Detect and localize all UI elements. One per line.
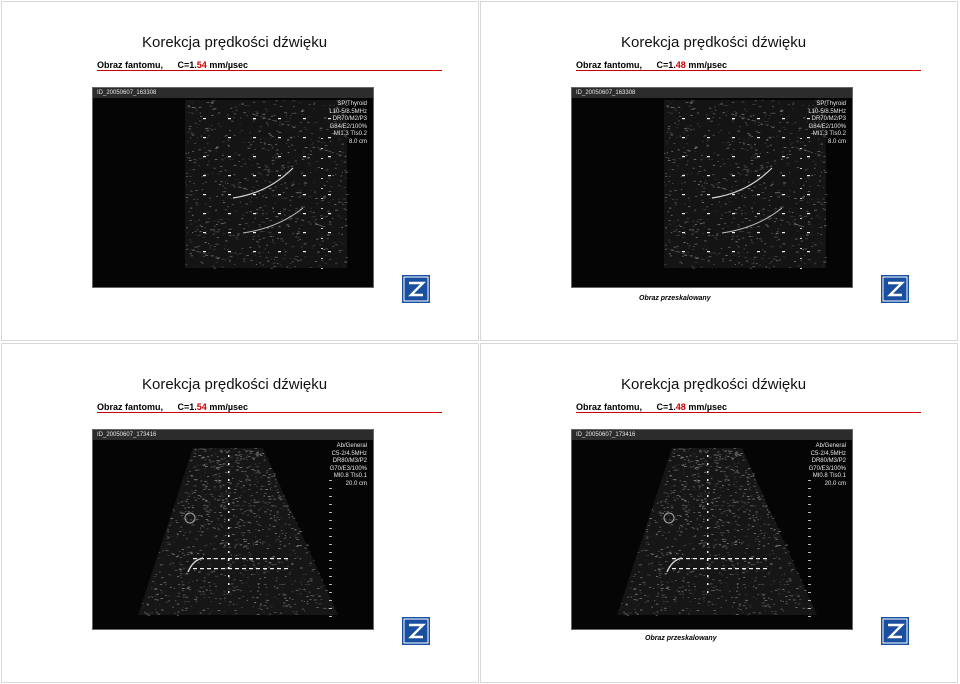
c-value: 54 <box>196 402 207 412</box>
phantom-label: Obraz fantomu, <box>576 402 643 412</box>
c-label: C=1. <box>656 402 676 412</box>
zeus-z-logo-icon <box>881 617 909 645</box>
param-line: C5-2/4.5MHz <box>810 450 846 457</box>
phantom-label: Obraz fantomu, <box>97 60 164 70</box>
ultrasound-frame: ID_20050607_163308 SP/Thyroid L10-5/8.5M… <box>92 87 374 288</box>
param-line: G70/E3/100% <box>808 465 846 472</box>
param-line: G70/E3/100% <box>329 465 367 472</box>
slide-4: Korekcja prędkości dźwięku Obraz fantomu… <box>480 343 958 683</box>
c-value: 48 <box>675 402 686 412</box>
rescaled-note: Obraz przeskalowany <box>639 295 711 302</box>
slide-title: Korekcja prędkości dźwięku <box>621 34 807 51</box>
param-line: G84/E2/100% <box>329 123 367 130</box>
slide-subtitle: Obraz fantomu, C=1.48 mm/µsec <box>576 60 727 70</box>
phantom-label: Obraz fantomu, <box>97 402 164 412</box>
phantom-label: Obraz fantomu, <box>576 60 643 70</box>
scan-id: ID_20050607_173416 <box>572 430 852 440</box>
param-line: MI1.3 TIs0.2 <box>333 131 367 138</box>
param-line: MI0.8 TIs0.1 <box>333 473 367 480</box>
slide-subtitle: Obraz fantomu, C=1.54 mm/µsec <box>97 60 248 70</box>
slide-1: Korekcja prędkości dźwięku Obraz fantomu… <box>1 1 479 341</box>
slide-title: Korekcja prędkości dźwięku <box>142 34 328 51</box>
slide-title: Korekcja prędkości dźwięku <box>142 376 328 393</box>
c-value: 54 <box>196 60 207 70</box>
unit: mm/µsec <box>206 60 249 70</box>
param-line: 8.0 cm <box>827 138 846 145</box>
rescaled-note: Obraz przeskalowany <box>645 635 717 642</box>
slide-title: Korekcja prędkości dźwięku <box>621 376 807 393</box>
param-line: 20.0 cm <box>345 480 367 487</box>
param-line: DR70/M2/P3 <box>332 116 367 123</box>
title-underline <box>576 70 921 71</box>
param-line: 8.0 cm <box>348 138 367 145</box>
title-underline <box>97 70 442 71</box>
param-line: L10-5/8.5MHz <box>329 108 367 115</box>
param-line: SP/Thyroid <box>816 101 846 107</box>
zeus-z-logo-icon <box>402 617 430 645</box>
param-line: C5-2/4.5MHz <box>331 450 367 457</box>
param-line: DR70/M2/P3 <box>811 116 846 123</box>
unit: mm/µsec <box>685 402 728 412</box>
slide-subtitle: Obraz fantomu, C=1.54 mm/µsec <box>97 402 248 412</box>
param-line: L10-5/8.5MHz <box>808 108 846 115</box>
c-label: C=1. <box>177 402 197 412</box>
ultrasound-frame: ID_20050607_163308 SP/Thyroid L10-5/8.5M… <box>571 87 853 288</box>
scan-params: SP/Thyroid L10-5/8.5MHz DR70/M2/P3 G84/E… <box>808 101 846 147</box>
scan-params: SP/Thyroid L10-5/8.5MHz DR70/M2/P3 G84/E… <box>329 101 367 147</box>
scan-id: ID_20050607_163308 <box>93 88 373 98</box>
ultrasound-frame: ID_20050607_173416 Ab/General C5-2/4.5MH… <box>571 429 853 630</box>
c-label: C=1. <box>656 60 676 70</box>
scan-params: Ab/General C5-2/4.5MHz DR80/M3/P2 G70/E3… <box>330 443 367 489</box>
zeus-z-logo-icon <box>881 275 909 303</box>
scan-params: Ab/General C5-2/4.5MHz DR80/M3/P2 G70/E3… <box>809 443 846 489</box>
param-line: Ab/General <box>336 443 367 449</box>
zeus-z-logo-icon <box>402 275 430 303</box>
param-line: MI1.3 TIs0.2 <box>812 131 846 138</box>
scan-id: ID_20050607_163308 <box>572 88 852 98</box>
param-line: SP/Thyroid <box>337 101 367 107</box>
param-line: G84/E2/100% <box>808 123 846 130</box>
slide-2: Korekcja prędkości dźwięku Obraz fantomu… <box>480 1 958 341</box>
slide-3: Korekcja prędkości dźwięku Obraz fantomu… <box>1 343 479 683</box>
unit: mm/µsec <box>685 60 728 70</box>
title-underline <box>576 412 921 413</box>
param-line: DR80/M3/P2 <box>332 458 367 465</box>
param-line: MI0.8 TIs0.1 <box>812 473 846 480</box>
param-line: DR80/M3/P2 <box>811 458 846 465</box>
c-value: 48 <box>675 60 686 70</box>
param-line: Ab/General <box>815 443 846 449</box>
c-label: C=1. <box>177 60 197 70</box>
slide-subtitle: Obraz fantomu, C=1.48 mm/µsec <box>576 402 727 412</box>
scan-id: ID_20050607_173416 <box>93 430 373 440</box>
unit: mm/µsec <box>206 402 249 412</box>
ultrasound-frame: ID_20050607_173416 Ab/General C5-2/4.5MH… <box>92 429 374 630</box>
title-underline <box>97 412 442 413</box>
param-line: 20.0 cm <box>824 480 846 487</box>
